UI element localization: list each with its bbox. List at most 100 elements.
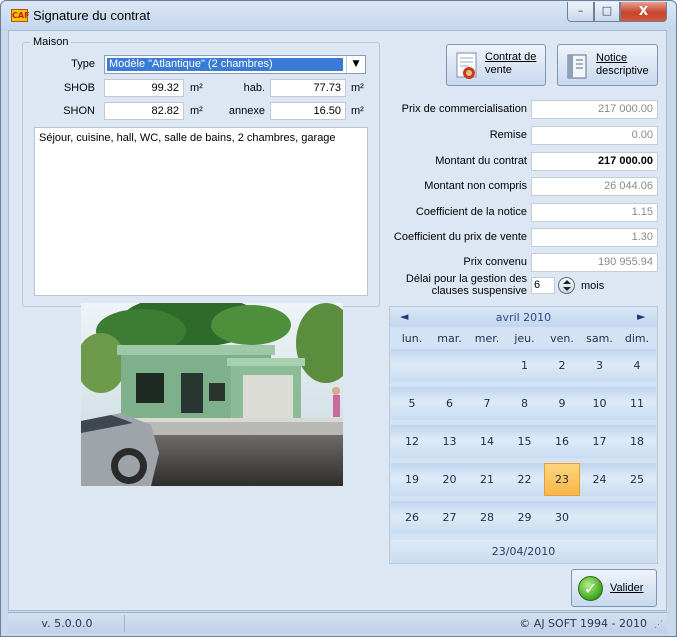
calendar-day[interactable]: 18 bbox=[619, 425, 655, 458]
calendar-day[interactable]: 15 bbox=[507, 425, 543, 458]
title-bar[interactable]: CAF Signature du contrat – □ X bbox=[1, 1, 676, 31]
contract-document-icon bbox=[456, 52, 477, 79]
type-select[interactable]: Modèle "Atlantique" (2 chambres) ▼ bbox=[104, 55, 366, 74]
shon-label: SHON bbox=[63, 105, 95, 117]
calendar-day[interactable]: 25 bbox=[619, 463, 655, 496]
delai-spinner-icon[interactable] bbox=[558, 277, 575, 294]
coef-prix-vente-field[interactable]: 1.30 bbox=[531, 228, 658, 247]
calendar-day[interactable]: 26 bbox=[394, 501, 430, 534]
notice-book-icon bbox=[567, 54, 587, 79]
calendar-week-row: 1234 bbox=[391, 349, 656, 382]
prix-convenu-label: Prix convenu bbox=[463, 256, 527, 268]
description-textarea[interactable]: Séjour, cuisine, hall, WC, salle de bain… bbox=[34, 127, 368, 296]
calendar-day[interactable]: 17 bbox=[582, 425, 618, 458]
delai-label-line1: Délai pour la gestion des bbox=[405, 273, 527, 285]
valider-label: Valider bbox=[610, 582, 644, 594]
annexe-field[interactable]: 16.50 bbox=[270, 102, 346, 120]
delai-unit: mois bbox=[581, 280, 605, 292]
calendar-day[interactable]: 9 bbox=[544, 387, 580, 420]
calendar-day[interactable]: 21 bbox=[469, 463, 505, 496]
calendar-day bbox=[469, 349, 505, 382]
calendar-day[interactable]: 20 bbox=[432, 463, 468, 496]
prix-convenu-field[interactable]: 190 955.94 bbox=[531, 253, 658, 272]
weekday-label: mar. bbox=[437, 332, 462, 345]
hab-field[interactable]: 77.73 bbox=[270, 79, 346, 97]
prix-commercialisation-field[interactable]: 217 000.00 bbox=[531, 100, 658, 119]
remise-field[interactable]: 0.00 bbox=[531, 126, 658, 145]
calendar-month-title[interactable]: avril 2010 bbox=[390, 311, 657, 324]
next-month-icon[interactable]: ► bbox=[637, 310, 645, 323]
calendar-week-row: 19 20 21 22 23 24 25 bbox=[391, 463, 656, 496]
calendar-day[interactable]: 30 bbox=[544, 501, 580, 534]
calendar-day-selected[interactable]: 23 bbox=[544, 463, 580, 496]
contrat-button-line2: vente bbox=[485, 64, 512, 76]
maximize-button[interactable]: □ bbox=[594, 2, 620, 22]
calendar-day[interactable]: 13 bbox=[432, 425, 468, 458]
calendar-week-row: 5 6 7 8 9 10 11 bbox=[391, 387, 656, 420]
status-bar: v. 5.0.0.0 © AJ SOFT 1994 - 2010 ⋰ bbox=[8, 612, 667, 633]
calendar-day[interactable]: 22 bbox=[507, 463, 543, 496]
delai-label: Délai pour la gestion des clauses suspen… bbox=[389, 273, 527, 297]
calendar-day[interactable]: 3 bbox=[582, 349, 618, 382]
notice-descriptive-button[interactable]: Notice descriptive bbox=[557, 44, 658, 86]
app-logo-icon: CAF bbox=[11, 9, 30, 22]
shon-field[interactable]: 82.82 bbox=[104, 102, 184, 120]
calendar-day[interactable]: 16 bbox=[544, 425, 580, 458]
hab-unit: m² bbox=[351, 82, 364, 94]
minimize-button[interactable]: – bbox=[567, 2, 594, 22]
montant-contrat-label: Montant du contrat bbox=[435, 155, 527, 167]
montant-non-compris-field[interactable]: 26 044.06 bbox=[531, 177, 658, 196]
calendar-day[interactable]: 6 bbox=[432, 387, 468, 420]
coef-notice-field[interactable]: 1.15 bbox=[531, 203, 658, 222]
calendar-day bbox=[432, 349, 468, 382]
calendar-day[interactable]: 19 bbox=[394, 463, 430, 496]
calendar-day[interactable]: 12 bbox=[394, 425, 430, 458]
checkmark-icon: ✓ bbox=[578, 576, 603, 601]
calendar-day[interactable]: 8 bbox=[507, 387, 543, 420]
valider-button[interactable]: ✓ Valider bbox=[571, 569, 657, 607]
annexe-label: annexe bbox=[228, 105, 265, 117]
montant-contrat-field[interactable]: 217 000.00 bbox=[531, 152, 658, 171]
delai-input[interactable]: 6 bbox=[531, 277, 555, 294]
calendar-day[interactable]: 10 bbox=[582, 387, 618, 420]
shob-unit: m² bbox=[190, 82, 203, 94]
calendar-day[interactable]: 5 bbox=[394, 387, 430, 420]
selected-date-display[interactable]: 23/04/2010 bbox=[391, 540, 656, 563]
prix-commercialisation-label: Prix de commercialisation bbox=[401, 103, 527, 115]
calendar-day[interactable]: 7 bbox=[469, 387, 505, 420]
calendar-day[interactable]: 4 bbox=[619, 349, 655, 382]
version-label: v. 5.0.0.0 bbox=[10, 615, 125, 632]
calendar-day[interactable]: 11 bbox=[619, 387, 655, 420]
house-photo bbox=[81, 303, 343, 486]
weekday-label: jeu. bbox=[514, 332, 535, 345]
calendar-day[interactable]: 14 bbox=[469, 425, 505, 458]
notice-button-line1: Notice bbox=[596, 52, 628, 64]
coef-prix-vente-label: Coefficient du prix de vente bbox=[393, 231, 527, 243]
calendar: ◄ avril 2010 ► lun. mar. mer. jeu. ven. sam. d… bbox=[389, 306, 658, 564]
notice-button-line2: descriptive bbox=[596, 65, 649, 77]
remise-label: Remise bbox=[489, 129, 527, 141]
calendar-day[interactable]: 24 bbox=[582, 463, 618, 496]
maison-group-title: Maison bbox=[30, 36, 72, 48]
resize-grip-icon[interactable]: ⋰ bbox=[654, 619, 663, 630]
calendar-day[interactable]: 2 bbox=[544, 349, 580, 382]
shon-unit: m² bbox=[190, 105, 203, 117]
calendar-day[interactable]: 27 bbox=[432, 501, 468, 534]
delai-label-line2: clauses suspensive bbox=[431, 285, 527, 297]
calendar-week-row: 26 27 28 29 30 bbox=[391, 501, 656, 534]
calendar-day bbox=[394, 349, 430, 382]
calendar-day[interactable]: 29 bbox=[507, 501, 543, 534]
hab-label: hab. bbox=[243, 82, 265, 94]
calendar-day bbox=[619, 501, 655, 534]
weekday-label: ven. bbox=[550, 332, 574, 345]
chevron-down-icon[interactable]: ▼ bbox=[346, 56, 365, 73]
calendar-day[interactable]: 1 bbox=[507, 349, 543, 382]
shob-label: SHOB bbox=[63, 82, 95, 94]
close-button[interactable]: X bbox=[620, 2, 667, 22]
contrat-de-vente-button[interactable]: Contrat de vente bbox=[446, 44, 546, 86]
shob-field[interactable]: 99.32 bbox=[104, 79, 184, 97]
calendar-day[interactable]: 28 bbox=[469, 501, 505, 534]
type-label: Type bbox=[71, 58, 95, 70]
coef-notice-label: Coefficient de la notice bbox=[415, 206, 527, 218]
weekday-label: sam. bbox=[586, 332, 613, 345]
